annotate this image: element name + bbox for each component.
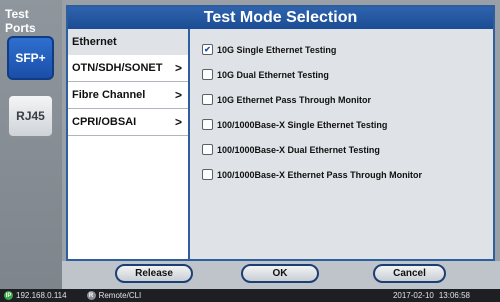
footer-bar: Release OK Cancel: [62, 261, 500, 289]
panel-title: Test Mode Selection: [68, 7, 493, 29]
test-ports-sidebar: Test Ports SFP+ RJ45: [0, 0, 62, 289]
remote-label: Remote/CLI: [98, 291, 142, 300]
status-bar: IP 192.168.0.114 R Remote/CLI 2017-02-10…: [0, 289, 500, 302]
category-item-ethernet[interactable]: Ethernet: [68, 29, 188, 55]
status-time: 13:06:58: [438, 291, 470, 300]
test-mode-options: ✔ 10G Single Ethernet Testing 10G Dual Et…: [202, 37, 492, 187]
test-mode-panel: Test Mode Selection Ethernet OTN/SDH/SON…: [66, 5, 495, 261]
chevron-right-icon: >: [174, 115, 182, 129]
port-button-sfp[interactable]: SFP+: [7, 36, 54, 80]
port-button-rj45[interactable]: RJ45: [7, 94, 54, 138]
category-label: Ethernet: [72, 36, 117, 48]
ip-address: 192.168.0.114: [16, 291, 67, 300]
option-base-x-pass-through[interactable]: 100/1000Base-X Ethernet Pass Through Mon…: [202, 162, 492, 187]
sidebar-title: Test Ports: [5, 7, 36, 35]
checkbox[interactable]: [202, 94, 213, 105]
checkbox[interactable]: [202, 119, 213, 130]
option-10g-dual[interactable]: 10G Dual Ethernet Testing: [202, 62, 492, 87]
category-label: OTN/SDH/SONET: [72, 62, 163, 74]
checkbox[interactable]: [202, 69, 213, 80]
checkbox[interactable]: ✔: [202, 44, 213, 55]
status-date: 2017-02-10: [392, 291, 434, 300]
option-label: 100/1000Base-X Single Ethernet Testing: [217, 119, 388, 130]
category-item-cpri[interactable]: CPRI/OBSAI >: [68, 109, 188, 136]
option-label: 10G Ethernet Pass Through Monitor: [217, 94, 372, 105]
ip-icon: IP: [4, 291, 13, 300]
category-list: Ethernet OTN/SDH/SONET > Fibre Channel >…: [68, 29, 190, 259]
category-item-otn[interactable]: OTN/SDH/SONET >: [68, 55, 188, 82]
option-label: 10G Single Ethernet Testing: [217, 44, 337, 55]
cancel-button[interactable]: Cancel: [373, 264, 446, 283]
remote-icon: R: [86, 291, 96, 300]
option-10g-pass-through[interactable]: 10G Ethernet Pass Through Monitor: [202, 87, 492, 112]
category-label: Fibre Channel: [72, 89, 146, 101]
chevron-right-icon: >: [174, 88, 182, 102]
option-base-x-single[interactable]: 100/1000Base-X Single Ethernet Testing: [202, 112, 492, 137]
option-label: 100/1000Base-X Dual Ethernet Testing: [217, 144, 380, 155]
release-button[interactable]: Release: [115, 264, 193, 283]
ok-button[interactable]: OK: [241, 264, 319, 283]
category-label: CPRI/OBSAI: [72, 116, 137, 128]
checkbox[interactable]: [202, 144, 213, 155]
checkbox[interactable]: [202, 169, 213, 180]
chevron-right-icon: >: [174, 61, 182, 75]
option-label: 100/1000Base-X Ethernet Pass Through Mon…: [217, 169, 423, 180]
option-10g-single[interactable]: ✔ 10G Single Ethernet Testing: [202, 37, 492, 62]
option-base-x-dual[interactable]: 100/1000Base-X Dual Ethernet Testing: [202, 137, 492, 162]
option-label: 10G Dual Ethernet Testing: [217, 69, 329, 80]
category-item-fibre-channel[interactable]: Fibre Channel >: [68, 82, 188, 109]
